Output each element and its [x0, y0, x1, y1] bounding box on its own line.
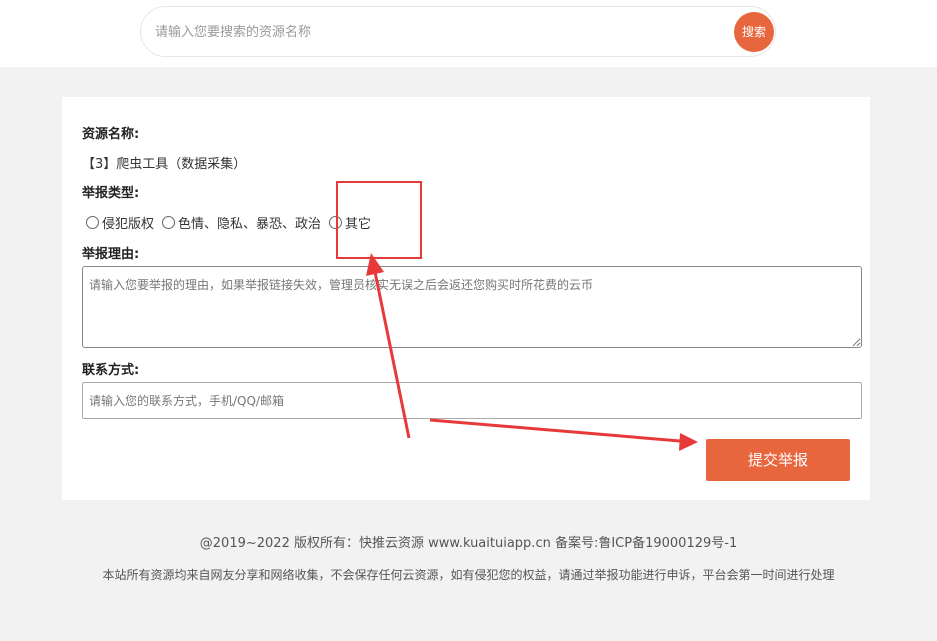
contact-input[interactable] [82, 382, 862, 419]
radio-option-copyright[interactable]: 侵犯版权 [86, 213, 154, 232]
radio-option-prohibited-content[interactable]: 色情、隐私、暴恐、政治 [162, 213, 321, 232]
resource-name-value: 【3】爬虫工具（数据采集） [82, 157, 247, 172]
top-bar: 搜索 [0, 0, 937, 67]
radio-circle-icon[interactable] [329, 215, 343, 229]
radio-circle-icon[interactable] [162, 215, 176, 229]
radio-option-label: 侵犯版权 [102, 216, 155, 232]
footer-disclaimer: 本站所有资源均来自网友分享和网络收集，不会保存任何云资源，如有侵犯您的权益，请通… [102, 568, 835, 582]
report-form-card: 资源名称: 【3】爬虫工具（数据采集） 举报类型: 侵犯版权 色情、隐私、暴恐、… [62, 97, 870, 500]
search-button[interactable]: 搜索 [734, 12, 774, 52]
report-type-options: 侵犯版权 色情、隐私、暴恐、政治 其它 [86, 211, 379, 233]
report-reason-textarea[interactable] [82, 266, 862, 348]
radio-option-label: 其它 [345, 216, 372, 232]
radio-option-label: 色情、隐私、暴恐、政治 [178, 216, 322, 232]
submit-report-button[interactable]: 提交举报 [706, 439, 850, 481]
radio-circle-icon[interactable] [86, 215, 99, 229]
report-type-label: 举报类型: [82, 186, 140, 201]
search-bar: 搜索 [140, 6, 776, 57]
contact-label: 联系方式: [82, 363, 140, 378]
report-reason-label: 举报理由: [82, 247, 140, 262]
radio-option-other[interactable]: 其它 [329, 213, 371, 232]
footer-copyright: @2019~2022 版权所有：快推云资源 www.kuaituiapp.cn … [199, 536, 738, 551]
search-input[interactable] [155, 19, 715, 45]
resource-name-label: 资源名称: [82, 127, 140, 142]
